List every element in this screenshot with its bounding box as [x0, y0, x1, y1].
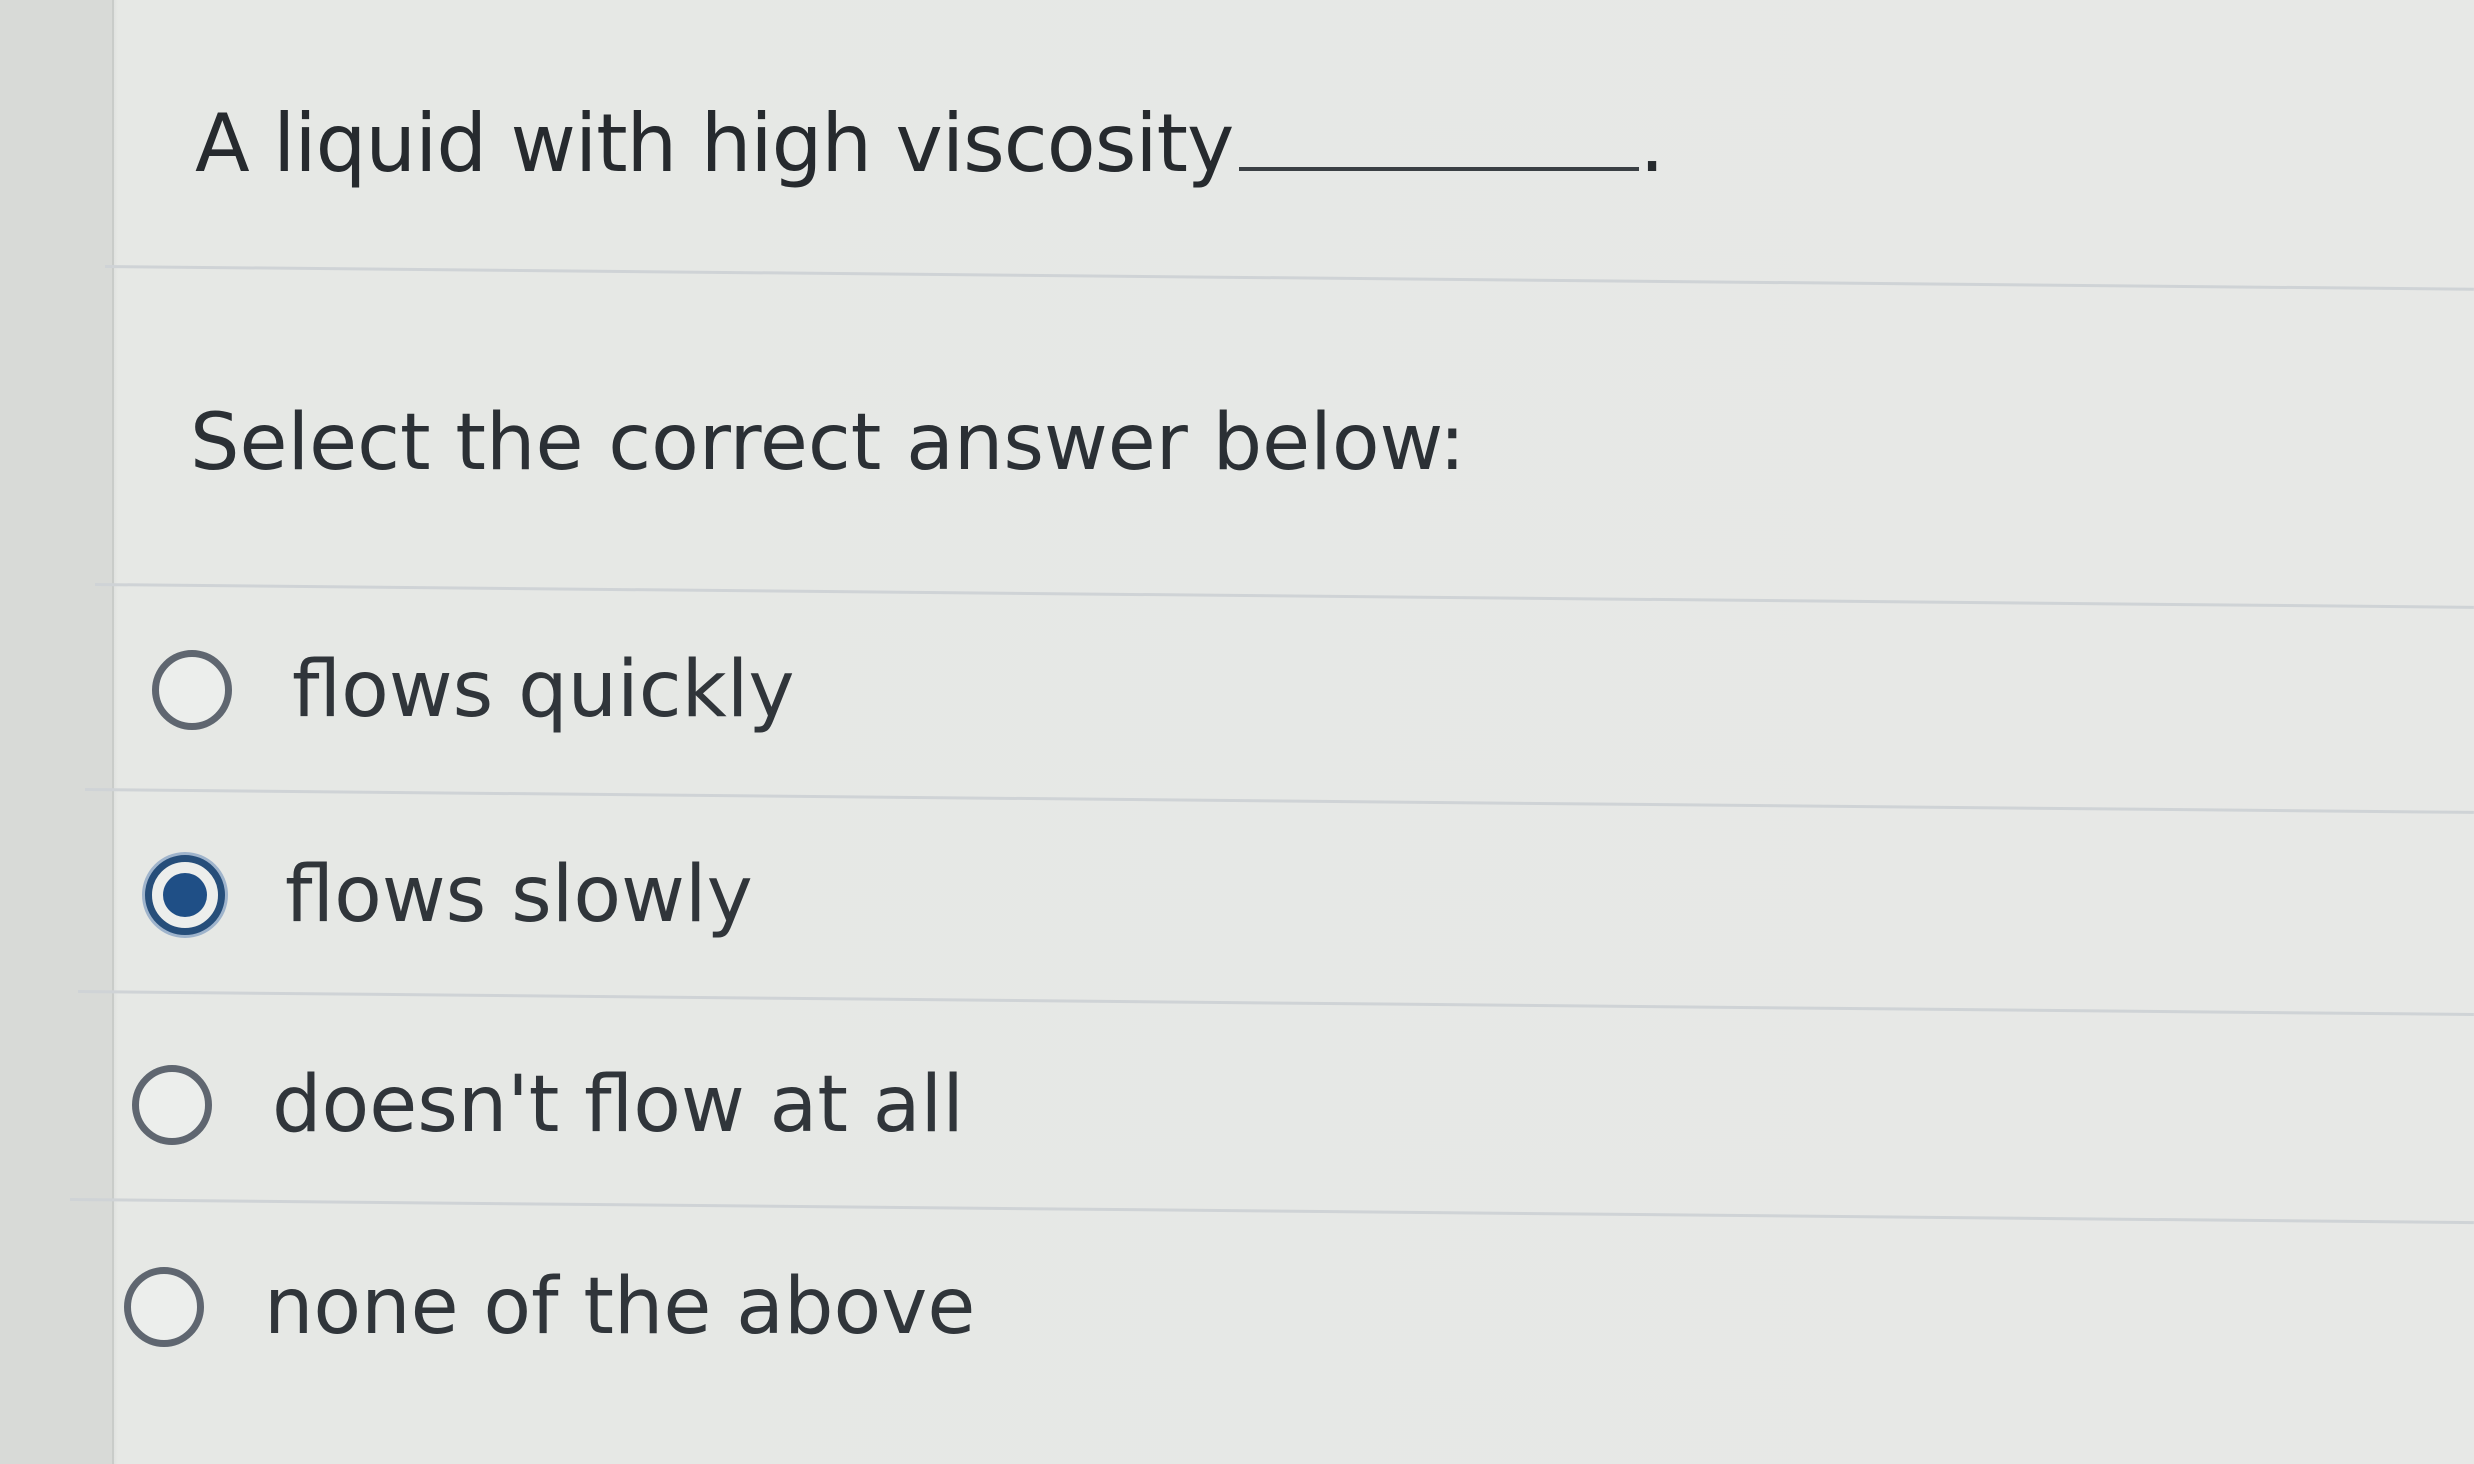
question-period: . — [1639, 97, 1664, 190]
answer-option-none[interactable]: none of the above — [124, 1262, 975, 1352]
answer-blank — [1239, 95, 1640, 171]
answer-option-flows-quickly[interactable]: flows quickly — [152, 645, 795, 735]
quiz-page: A liquid with high viscosity. Select the… — [0, 0, 2474, 1464]
question-divider — [104, 265, 2474, 291]
prompt-divider — [94, 583, 2474, 609]
option-divider-3 — [69, 1198, 2474, 1225]
option-divider-1 — [84, 788, 2474, 814]
question-text: A liquid with high viscosity. — [195, 95, 1665, 190]
option-divider-2 — [77, 990, 2474, 1016]
option-label-flows-slowly: flows slowly — [285, 850, 753, 940]
question-stem: A liquid with high viscosity — [195, 97, 1234, 190]
option-label-flows-quickly: flows quickly — [292, 645, 795, 735]
option-label-none: none of the above — [264, 1262, 976, 1352]
answer-prompt: Select the correct answer below: — [190, 398, 1466, 488]
answer-option-flows-slowly[interactable]: flows slowly — [145, 850, 753, 940]
radio-button-flows-quickly[interactable] — [152, 650, 232, 730]
option-label-doesnt-flow: doesn't flow at all — [272, 1060, 964, 1150]
radio-button-doesnt-flow[interactable] — [132, 1065, 212, 1145]
radio-button-flows-slowly-selected[interactable] — [145, 855, 225, 935]
left-margin-strip — [0, 0, 114, 1464]
answer-option-doesnt-flow[interactable]: doesn't flow at all — [132, 1060, 964, 1150]
radio-button-none[interactable] — [124, 1267, 204, 1347]
